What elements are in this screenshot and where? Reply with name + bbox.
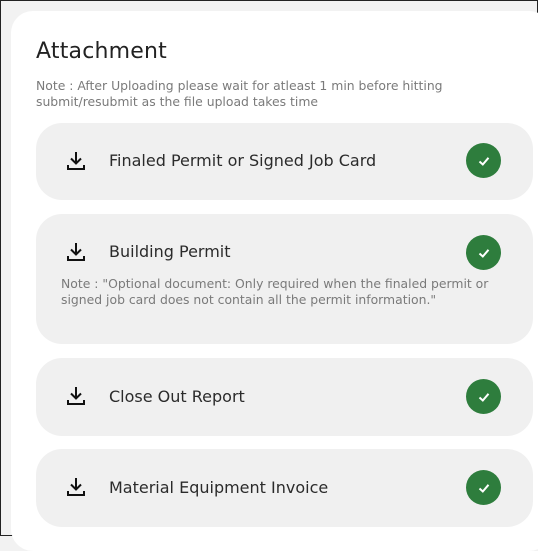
optional-document-note: Note : "Optional document: Only required… [61, 276, 489, 307]
download-icon[interactable] [65, 476, 87, 498]
attachment-label: Building Permit [109, 242, 231, 261]
attachment-card-material-equipment-invoice: Material Equipment Invoice [36, 449, 533, 527]
check-icon [466, 143, 501, 178]
upload-note: Note : After Uploading please wait for a… [36, 78, 443, 109]
attachment-label: Close Out Report [109, 387, 245, 406]
download-icon[interactable] [65, 241, 87, 263]
check-icon [466, 470, 501, 505]
attachment-label: Finaled Permit or Signed Job Card [109, 151, 377, 170]
download-icon[interactable] [65, 385, 87, 407]
attachment-label: Material Equipment Invoice [109, 478, 329, 497]
attachment-card-building-permit: Building Permit Note : "Optional documen… [36, 214, 533, 344]
download-icon[interactable] [65, 150, 87, 172]
attachment-card-close-out-report: Close Out Report [36, 358, 533, 436]
page-title: Attachment [36, 39, 167, 64]
check-icon [466, 235, 501, 270]
attachment-card-finaled-permit: Finaled Permit or Signed Job Card [36, 123, 533, 200]
check-icon [466, 379, 501, 414]
